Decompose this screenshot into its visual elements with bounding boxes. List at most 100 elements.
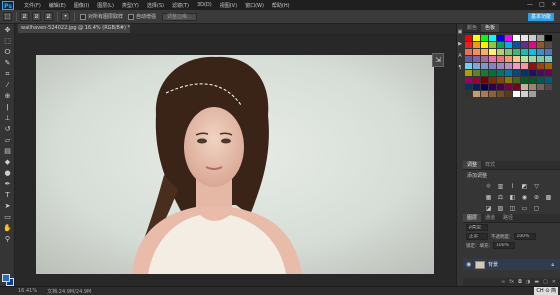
menu-item-10[interactable]: 帮助(H)	[268, 2, 294, 9]
color-swatch[interactable]	[473, 49, 480, 55]
color-swatch[interactable]	[529, 56, 536, 62]
brightness-icon[interactable]: ☼	[485, 183, 492, 190]
color-swatch[interactable]	[521, 84, 528, 90]
color-swatch[interactable]	[513, 77, 520, 83]
levels-icon[interactable]: ▥	[497, 183, 504, 190]
color-swatch[interactable]	[473, 63, 480, 69]
color-swatch[interactable]	[545, 35, 552, 41]
color-swatch[interactable]	[537, 42, 544, 48]
zoom-tool-icon[interactable]: ⚲	[2, 234, 13, 244]
color-swatch[interactable]	[545, 49, 552, 55]
color-swatch[interactable]	[497, 42, 504, 48]
color-swatch[interactable]	[497, 63, 504, 69]
foreground-color-swatch[interactable]	[2, 274, 10, 282]
color-swatch[interactable]	[545, 77, 552, 83]
color-swatch[interactable]	[465, 84, 472, 90]
fill-field[interactable]: 100%	[493, 242, 516, 249]
color-swatch[interactable]	[545, 42, 552, 48]
color-swatch[interactable]	[489, 84, 496, 90]
color-swatch[interactable]	[513, 56, 520, 62]
color-swatch[interactable]	[505, 70, 512, 76]
color-lookup-icon[interactable]: ▩	[545, 194, 552, 201]
color-swatch[interactable]	[505, 77, 512, 83]
lasso-tool-icon[interactable]: ⵔ	[2, 47, 13, 57]
link-icon[interactable]: ∞	[501, 278, 505, 286]
gradient-tool-icon[interactable]: ▤	[2, 146, 13, 156]
menu-item-0[interactable]: 文件(F)	[20, 2, 45, 9]
quick-select-tool-icon[interactable]: ⬚	[3, 12, 12, 21]
color-swatch[interactable]	[473, 70, 480, 76]
fx-icon[interactable]: fx	[509, 278, 514, 286]
gradient-map-icon[interactable]: ▭	[521, 205, 528, 212]
color-swatch[interactable]	[497, 70, 504, 76]
color-swatch[interactable]	[529, 49, 536, 55]
zoom-level[interactable]: 16.41%	[18, 288, 37, 294]
color-swatch[interactable]	[529, 42, 536, 48]
eyedropper-tool-icon[interactable]: ⁄	[2, 80, 13, 90]
color-swatch[interactable]	[521, 70, 528, 76]
crop-tool-icon[interactable]: ⌗	[2, 69, 13, 79]
subtract-selection-icon[interactable]: ⧄	[44, 12, 53, 21]
brush-tool-icon[interactable]: ǀ	[2, 102, 13, 112]
color-swatch[interactable]	[489, 49, 496, 55]
color-swatch[interactable]	[513, 49, 520, 55]
tab-swatches[interactable]: 色板	[481, 24, 500, 32]
color-swatch[interactable]	[513, 35, 520, 41]
tab-styles[interactable]: 样式	[481, 161, 499, 169]
color-swatch[interactable]	[537, 49, 544, 55]
selective-color-icon[interactable]: ▢	[533, 205, 540, 212]
tab-channels[interactable]: 通道	[481, 214, 499, 222]
add-selection-icon[interactable]: ⧄	[32, 12, 41, 21]
color-swatch[interactable]	[513, 84, 520, 90]
color-swatch[interactable]	[505, 84, 512, 90]
color-swatch[interactable]	[521, 63, 528, 69]
curves-icon[interactable]: ⌇	[509, 183, 516, 190]
minimize-button[interactable]: —	[526, 1, 534, 9]
color-swatch[interactable]	[505, 42, 512, 48]
color-swatch[interactable]	[521, 91, 528, 97]
move-tool-icon[interactable]: ✥	[2, 25, 13, 35]
color-swatch[interactable]	[465, 42, 472, 48]
color-balance-icon[interactable]: ⚖	[497, 194, 504, 201]
color-swatch[interactable]	[481, 70, 488, 76]
color-swatch[interactable]	[513, 91, 520, 97]
color-swatch[interactable]	[481, 84, 488, 90]
color-swatch[interactable]	[497, 77, 504, 83]
color-swatch[interactable]	[545, 56, 552, 62]
clone-stamp-icon[interactable]: ⊥	[2, 113, 13, 123]
type-tool-icon[interactable]: T	[2, 190, 13, 200]
color-swatch[interactable]	[489, 56, 496, 62]
menu-item-6[interactable]: 滤镜(T)	[168, 2, 193, 9]
layer-item-background[interactable]: ◉ 背景 🔒︎	[463, 259, 560, 270]
color-swatch[interactable]	[481, 35, 488, 41]
tab-color[interactable]: 颜色	[463, 24, 481, 32]
color-swatch[interactable]	[473, 77, 480, 83]
color-swatch[interactable]	[537, 77, 544, 83]
color-swatch[interactable]	[465, 56, 472, 62]
menu-item-1[interactable]: 编辑(E)	[45, 2, 70, 9]
color-swatch[interactable]	[481, 63, 488, 69]
color-swatch[interactable]	[505, 91, 512, 97]
color-swatch[interactable]	[545, 70, 552, 76]
color-swatch[interactable]	[489, 77, 496, 83]
color-swatch[interactable]	[481, 49, 488, 55]
color-swatch[interactable]	[521, 77, 528, 83]
color-swatch[interactable]	[465, 77, 472, 83]
color-swatch[interactable]	[529, 77, 536, 83]
color-swatch[interactable]	[505, 56, 512, 62]
menu-item-4[interactable]: 类型(Y)	[118, 2, 143, 9]
color-swatch[interactable]	[545, 63, 552, 69]
brush-cursor-icon[interactable]: ⇲	[432, 53, 444, 67]
color-swatch[interactable]	[489, 35, 496, 41]
color-swatch[interactable]	[513, 70, 520, 76]
color-swatch[interactable]	[537, 35, 544, 41]
marquee-tool-icon[interactable]: ⬚	[2, 36, 13, 46]
opacity-field[interactable]: 100%	[513, 233, 536, 240]
color-swatch[interactable]	[481, 56, 488, 62]
auto-enhance-checkbox[interactable]	[128, 13, 135, 20]
menu-item-2[interactable]: 图像(I)	[70, 2, 93, 9]
document-canvas[interactable]	[36, 55, 434, 274]
exposure-icon[interactable]: ◩	[521, 183, 528, 190]
color-swatch[interactable]	[513, 63, 520, 69]
refine-edge-button[interactable]: 调整边缘...	[162, 12, 197, 21]
